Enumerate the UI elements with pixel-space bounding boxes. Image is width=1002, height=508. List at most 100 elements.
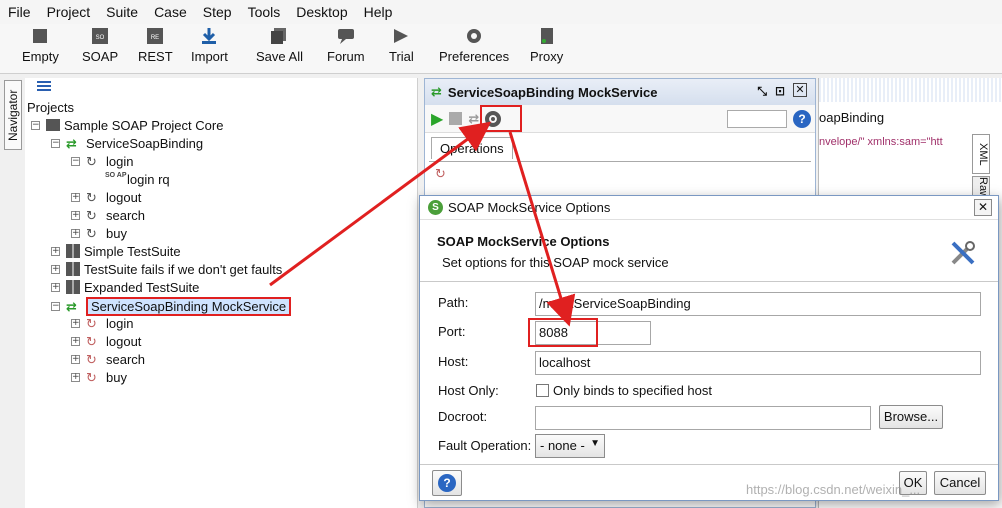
tree-request[interactable]: SO AP login rq xyxy=(105,170,170,188)
help-icon[interactable]: ? xyxy=(432,470,462,496)
restore-icon[interactable]: ⤡ xyxy=(757,84,767,99)
collapse-icon[interactable]: − xyxy=(71,156,80,166)
path-label: Path: xyxy=(438,295,469,310)
tree-interface[interactable]: − ⇄ ServiceSoapBinding xyxy=(51,134,203,152)
tree-testsuite[interactable]: + TestSuite fails if we don't get faults xyxy=(51,260,282,278)
save-all-button[interactable]: Save All xyxy=(256,26,303,64)
rest-icon: RE xyxy=(147,28,164,44)
menu-file[interactable]: File xyxy=(0,4,39,20)
detach-icon[interactable]: ⊡ xyxy=(775,84,785,98)
tree-label: Projects xyxy=(27,99,74,115)
tree-mockoperation[interactable]: + ↻ login xyxy=(71,314,133,332)
dialog-close-button[interactable]: ✕ xyxy=(974,199,992,216)
tree-mockoperation[interactable]: + ↻ search xyxy=(71,350,145,368)
tree-projects[interactable]: Projects xyxy=(27,98,74,116)
tree-testsuite[interactable]: + Simple TestSuite xyxy=(51,242,181,260)
tab-xml[interactable]: XML xyxy=(972,134,990,174)
expand-icon[interactable]: + xyxy=(71,354,80,364)
collapse-icon[interactable]: − xyxy=(31,120,40,130)
fault-operation-select[interactable]: - none - ▼ xyxy=(535,434,605,458)
menu-case[interactable]: Case xyxy=(146,4,195,20)
import-label: Import xyxy=(191,49,228,64)
navigator-tab[interactable]: Navigator xyxy=(4,80,22,150)
proxy-button[interactable]: Proxy xyxy=(530,26,563,64)
mockservice-icon[interactable]: ⇄ xyxy=(468,111,479,127)
empty-label: Empty xyxy=(22,49,59,64)
expand-icon[interactable]: + xyxy=(71,318,80,328)
tree-label: login xyxy=(106,315,134,331)
editor-titlebar xyxy=(819,78,1002,102)
rest-button[interactable]: RE REST xyxy=(138,26,173,64)
testsuite-icon xyxy=(66,262,80,276)
operation-icon: ↻ xyxy=(86,226,97,241)
tree-label: buy xyxy=(106,225,127,241)
host-only-label: Host Only: xyxy=(438,383,499,398)
collapse-icon[interactable]: − xyxy=(51,138,60,148)
search-field[interactable] xyxy=(727,109,787,128)
expand-icon[interactable]: + xyxy=(51,282,60,292)
tree-mockoperation[interactable]: + ↻ logout xyxy=(71,332,141,350)
tree-operation[interactable]: + ↻ logout xyxy=(71,188,141,206)
host-label: Host: xyxy=(438,354,469,369)
cancel-button[interactable]: Cancel xyxy=(934,471,986,495)
mockservice-titlebar: ⇄ ServiceSoapBinding MockService ⤡ ⊡ ✕ xyxy=(425,79,815,105)
menu-project[interactable]: Project xyxy=(39,4,99,20)
start-icon[interactable]: ▶ xyxy=(431,109,443,129)
expand-icon[interactable]: + xyxy=(51,246,60,256)
fault-operation-label: Fault Operation: xyxy=(438,438,532,453)
menu-step[interactable]: Step xyxy=(195,4,240,20)
tree-label: Expanded TestSuite xyxy=(84,279,200,295)
binding-label: oapBinding xyxy=(819,110,885,125)
menu-desktop[interactable]: Desktop xyxy=(288,4,355,20)
list-view-icon[interactable] xyxy=(37,80,51,92)
menu-help[interactable]: Help xyxy=(356,4,401,20)
soap-button[interactable]: SO SOAP xyxy=(82,26,118,64)
mock-operation-icon: ↻ xyxy=(86,352,97,367)
tree-mockoperation[interactable]: + ↻ buy xyxy=(71,368,127,386)
menu-suite[interactable]: Suite xyxy=(98,4,146,20)
tab-xml-label: XML xyxy=(977,142,989,166)
tree-operation[interactable]: + ↻ buy xyxy=(71,224,127,242)
host-only-checkbox[interactable] xyxy=(536,384,549,397)
tools-icon xyxy=(951,241,975,265)
expand-icon[interactable]: + xyxy=(71,336,80,346)
dialog-title: SOAP MockService Options xyxy=(448,200,611,215)
chevron-down-icon: ▼ xyxy=(590,438,600,449)
trial-label: Trial xyxy=(389,49,414,64)
close-icon[interactable]: ✕ xyxy=(793,83,807,97)
mock-operation-icon: ↻ xyxy=(86,370,97,385)
collapse-icon[interactable]: − xyxy=(51,301,60,311)
interface-icon: ⇄ xyxy=(66,136,77,151)
forum-button[interactable]: Forum xyxy=(327,26,365,64)
host-field[interactable]: localhost xyxy=(535,351,981,375)
fault-operation-value: - none - xyxy=(540,438,585,453)
tree-label: search xyxy=(106,351,146,367)
expand-icon[interactable]: + xyxy=(51,264,60,274)
soapui-logo-icon: S xyxy=(428,200,443,215)
save-all-icon xyxy=(271,28,287,44)
expand-icon[interactable]: + xyxy=(71,192,80,202)
stop-icon[interactable] xyxy=(449,112,463,125)
empty-button[interactable]: Empty xyxy=(22,26,59,64)
expand-icon[interactable]: + xyxy=(71,228,80,238)
preferences-label: Preferences xyxy=(439,49,510,64)
browse-button[interactable]: Browse... xyxy=(879,405,943,429)
import-button[interactable]: Import xyxy=(191,26,228,64)
save-all-label: Save All xyxy=(256,49,303,64)
help-icon[interactable]: ? xyxy=(793,109,811,128)
trial-button[interactable]: Trial xyxy=(389,26,414,64)
expand-icon[interactable]: + xyxy=(71,372,80,382)
watermark: https://blog.csdn.net/weixin_... xyxy=(746,482,921,497)
tree-project[interactable]: − Sample SOAP Project Core xyxy=(31,116,223,134)
docroot-field[interactable] xyxy=(535,406,871,430)
path-field[interactable]: /mockServiceSoapBinding xyxy=(535,292,981,316)
tab-operations[interactable]: Operations xyxy=(431,137,513,159)
tree-operation[interactable]: − ↻ login xyxy=(71,152,133,170)
port-label: Port: xyxy=(438,324,466,339)
operation-icon: ↻ xyxy=(86,154,97,169)
tree-operation[interactable]: + ↻ search xyxy=(71,206,145,224)
preferences-button[interactable]: Preferences xyxy=(439,26,509,64)
expand-icon[interactable]: + xyxy=(71,210,80,220)
mockservice-icon: ⇄ xyxy=(66,299,77,314)
menu-tools[interactable]: Tools xyxy=(240,4,289,20)
